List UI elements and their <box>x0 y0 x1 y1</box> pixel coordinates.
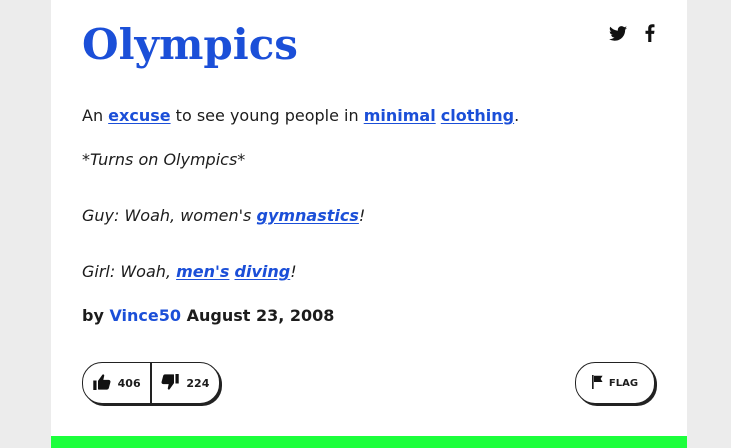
example-text: *Turns on Olympics* <box>82 150 246 169</box>
vote-buttons: 406 224 <box>82 362 220 404</box>
downvote-button[interactable]: 224 <box>152 363 219 403</box>
example-line-1: *Turns on Olympics* <box>82 148 662 172</box>
meaning-mid: to see young people in <box>170 106 364 125</box>
upvote-button[interactable]: 406 <box>83 363 150 403</box>
term-link-diving[interactable]: diving <box>235 262 291 281</box>
byline: by Vince50 August 23, 2008 <box>82 304 334 328</box>
meaning-text: An excuse to see young people in minimal… <box>82 104 662 128</box>
upvote-count: 406 <box>117 376 141 390</box>
term-link-minimal[interactable]: minimal <box>364 106 436 125</box>
meaning-prefix: An <box>82 106 109 125</box>
term-link-excuse[interactable]: excuse <box>108 106 170 125</box>
flag-label: FLAG <box>608 377 639 389</box>
byline-prefix: by <box>82 306 110 325</box>
term-link-gymnastics[interactable]: gymnastics <box>256 206 358 225</box>
twitter-icon[interactable] <box>609 22 627 44</box>
example-text: Girl: Woah, <box>82 262 177 281</box>
example-text: Guy: Woah, women's <box>82 206 257 225</box>
example-line-3: Girl: Woah, men's diving! <box>82 260 662 284</box>
example-text: ! <box>358 206 366 225</box>
share-buttons <box>609 22 659 44</box>
meaning-suffix: . <box>514 106 520 125</box>
definition-card: Olympics An excuse to see young people i… <box>51 0 687 448</box>
facebook-icon[interactable] <box>641 22 659 44</box>
word-title[interactable]: Olympics <box>82 18 298 72</box>
term-link-mens[interactable]: men's <box>176 262 229 281</box>
flag-icon <box>591 374 603 392</box>
example-text: ! <box>290 262 297 281</box>
thumbs-up-icon <box>92 373 111 393</box>
downvote-count: 224 <box>186 376 210 390</box>
entry-date: August 23, 2008 <box>181 306 335 325</box>
thumbs-down-icon <box>161 373 180 393</box>
accent-bar <box>51 436 687 448</box>
term-link-clothing[interactable]: clothing <box>441 106 514 125</box>
flag-button[interactable]: FLAG <box>575 362 655 404</box>
author-link[interactable]: Vince50 <box>109 306 181 325</box>
example-line-2: Guy: Woah, women's gymnastics! <box>82 204 662 228</box>
page: Olympics An excuse to see young people i… <box>0 0 731 448</box>
